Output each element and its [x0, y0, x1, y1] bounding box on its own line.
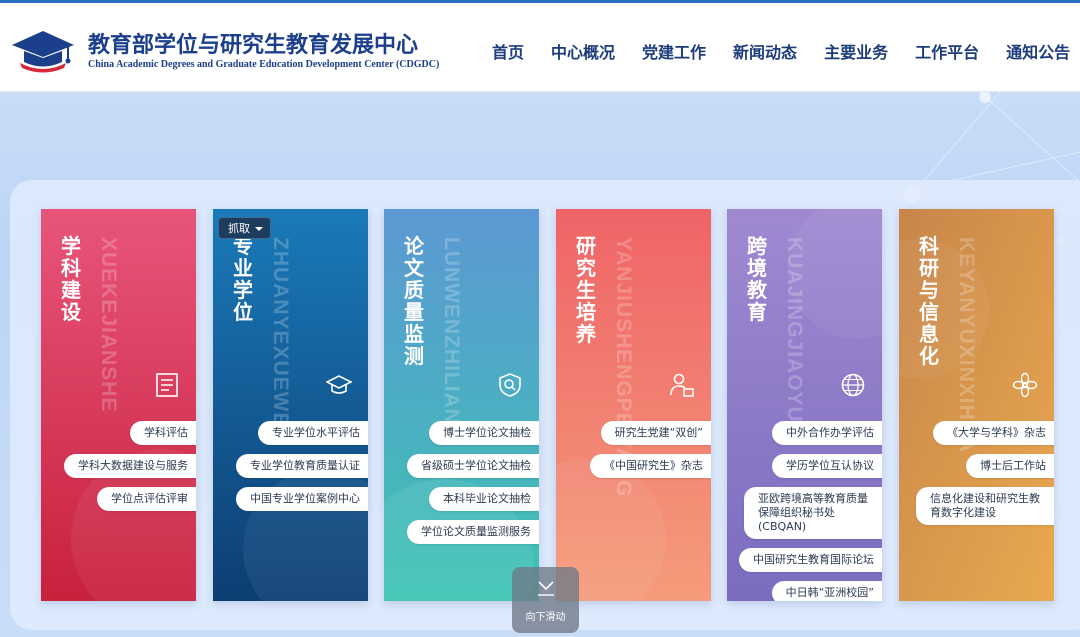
- card-links: 研究生党建“双创” 《中国研究生》杂志: [590, 421, 711, 487]
- nav-home[interactable]: 首页: [492, 39, 524, 63]
- card-links: 专业学位水平评估 专业学位教育质量认证 中国专业学位案例中心: [236, 421, 368, 520]
- card-title: 跨境教育: [747, 234, 767, 324]
- card-links: 《大学与学科》杂志 博士后工作站 信息化建设和研究生教育数字化建设: [916, 421, 1054, 534]
- grab-dropdown-button[interactable]: 抓取: [218, 217, 271, 239]
- card-title: 研究生培养: [576, 234, 596, 346]
- nav-notices[interactable]: 通知公告: [1006, 39, 1070, 63]
- nav-main-business[interactable]: 主要业务: [824, 39, 888, 63]
- flower-icon: [1012, 372, 1038, 398]
- main-nav: 首页 中心概况 党建工作 新闻动态 主要业务 工作平台 通知公告: [492, 39, 1070, 63]
- link-doctoral-thesis-check[interactable]: 博士学位论文抽检: [429, 421, 539, 445]
- grab-label: 抓取: [228, 222, 250, 235]
- link-china-graduate-magazine[interactable]: 《中国研究生》杂志: [590, 454, 711, 478]
- link-prof-degree-case-center[interactable]: 中国专业学位案例中心: [236, 487, 368, 511]
- link-cbqan[interactable]: 亚欧跨境高等教育质量保障组织秘书处(CBQAN): [744, 487, 882, 539]
- link-prof-degree-level-eval[interactable]: 专业学位水平评估: [258, 421, 368, 445]
- mortarboard-logo-icon[interactable]: [10, 27, 76, 73]
- card-research-informatization[interactable]: 科研与信息化 KEYANYUXINXIHUA 《大学与学科》杂志 博士后工作站 …: [899, 209, 1054, 601]
- link-digital-construction[interactable]: 信息化建设和研究生教育数字化建设: [916, 487, 1054, 525]
- card-title: 论文质量监测: [404, 234, 424, 368]
- card-title: 学科建设: [61, 234, 81, 324]
- card-cross-border-education[interactable]: 跨境教育 KUAJINGJIAOYU 中外合作办学评估 学历学位互认协议 亚欧跨…: [727, 209, 882, 601]
- card-title: 专业学位: [233, 234, 253, 324]
- link-postdoc-station[interactable]: 博士后工作站: [966, 454, 1054, 478]
- card-discipline-construction[interactable]: 学科建设 XUEKEJIANSHE 学科评估 学科大数据建设与服务 学位点评估评…: [41, 209, 196, 601]
- card-links: 中外合作办学评估 学历学位互认协议 亚欧跨境高等教育质量保障组织秘书处(CBQA…: [739, 421, 882, 601]
- graduation-cap-icon: [326, 375, 352, 394]
- link-campus-asia[interactable]: 中日韩“亚洲校园”: [771, 581, 882, 601]
- card-links: 博士学位论文抽检 省级硕士学位论文抽检 本科毕业论文抽检 学位论文质量监测服务: [407, 421, 539, 553]
- link-intl-graduate-forum[interactable]: 中国研究生教育国际论坛: [739, 548, 882, 572]
- card-links: 学科评估 学科大数据建设与服务 学位点评估评审: [64, 421, 196, 520]
- link-graduate-party-building[interactable]: 研究生党建“双创”: [600, 421, 711, 445]
- site-header: 教育部学位与研究生教育发展中心 China Academic Degrees a…: [0, 3, 1080, 92]
- link-thesis-quality-service[interactable]: 学位论文质量监测服务: [407, 520, 539, 544]
- card-title: 科研与信息化: [919, 234, 939, 368]
- person-book-icon: [670, 373, 694, 397]
- caret-down-icon: [255, 227, 263, 231]
- link-provincial-master-thesis-check[interactable]: 省级硕士学位论文抽检: [407, 454, 539, 478]
- nav-news[interactable]: 新闻动态: [733, 39, 797, 63]
- link-discipline-big-data[interactable]: 学科大数据建设与服务: [64, 454, 196, 478]
- nav-work-platform[interactable]: 工作平台: [915, 39, 979, 63]
- site-title-en[interactable]: China Academic Degrees and Graduate Educ…: [88, 59, 439, 70]
- document-icon: [156, 373, 178, 397]
- link-degree-point-review[interactable]: 学位点评估评审: [97, 487, 196, 511]
- globe-icon: [841, 373, 865, 397]
- link-university-discipline-magazine[interactable]: 《大学与学科》杂志: [933, 421, 1054, 445]
- card-graduate-training[interactable]: 研究生培养 YANJIUSHENGPEIYANG 研究生党建“双创” 《中国研究…: [556, 209, 711, 601]
- card-pinyin: ZHUANYEXUEWEI: [269, 237, 292, 435]
- scroll-down-button[interactable]: 向下滑动: [512, 567, 579, 633]
- scroll-down-label: 向下滑动: [525, 612, 566, 623]
- card-pinyin: LUNWENZHILIANG: [440, 237, 463, 443]
- card-pinyin: KUAJINGJIAOYU: [783, 237, 806, 423]
- card-thesis-quality-monitoring[interactable]: 论文质量监测 LUNWENZHILIANG 博士学位论文抽检 省级硕士学位论文抽…: [384, 209, 539, 601]
- card-pinyin: XUEKEJIANSHE: [97, 237, 120, 413]
- link-degree-recognition[interactable]: 学历学位互认协议: [772, 454, 882, 478]
- nav-party-building[interactable]: 党建工作: [642, 39, 706, 63]
- nav-about[interactable]: 中心概况: [551, 39, 615, 63]
- link-discipline-evaluation[interactable]: 学科评估: [130, 421, 196, 445]
- chevron-down-icon: [538, 581, 554, 596]
- shield-search-icon: [499, 373, 521, 397]
- card-professional-degree[interactable]: 专业学位 ZHUANYEXUEWEI 专业学位水平评估 专业学位教育质量认证 中…: [213, 209, 368, 601]
- site-title-cn[interactable]: 教育部学位与研究生教育发展中心: [88, 27, 418, 59]
- link-undergrad-thesis-check[interactable]: 本科毕业论文抽检: [429, 487, 539, 511]
- link-prof-degree-quality-cert[interactable]: 专业学位教育质量认证: [236, 454, 368, 478]
- link-sino-foreign-eval[interactable]: 中外合作办学评估: [772, 421, 882, 445]
